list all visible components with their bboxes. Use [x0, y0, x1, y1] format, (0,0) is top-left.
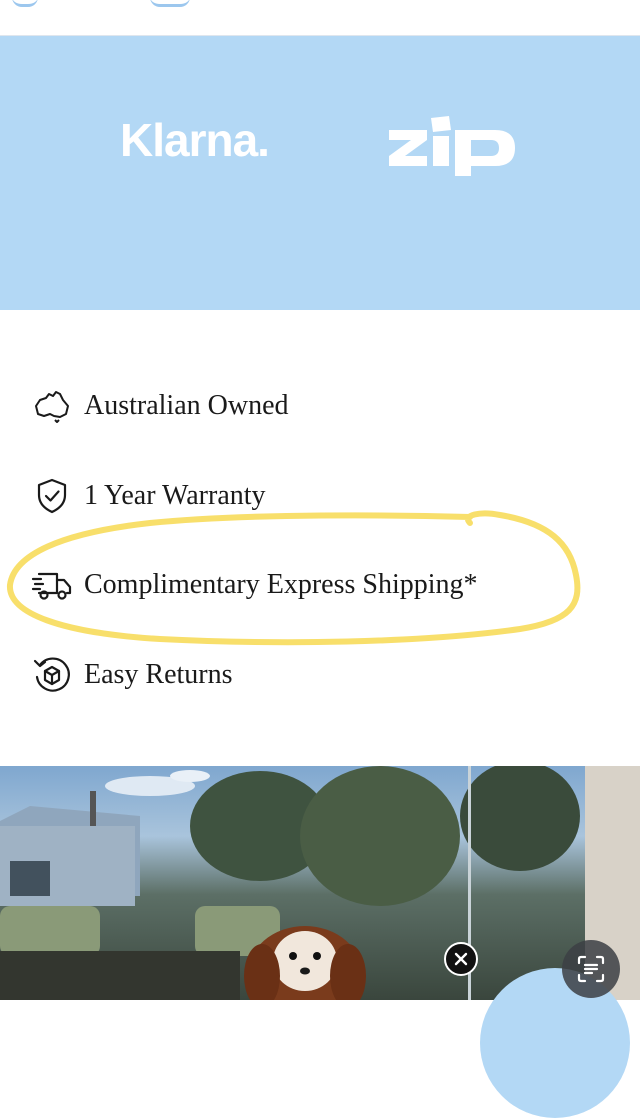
- delivery-truck-icon: [30, 563, 74, 607]
- return-box-icon: [30, 653, 74, 697]
- dog-photo: [0, 766, 640, 1000]
- feature-express-shipping: Complimentary Express Shipping*: [30, 563, 478, 607]
- feature-label: Easy Returns: [84, 659, 233, 690]
- visual-search-icon[interactable]: [562, 940, 620, 998]
- australia-map-icon: [30, 384, 74, 428]
- feature-label: Australian Owned: [84, 390, 289, 421]
- feature-warranty: 1 Year Warranty: [30, 474, 266, 518]
- klarna-logo: Klarna.: [120, 114, 270, 166]
- feature-australian-owned: Australian Owned: [30, 384, 289, 428]
- feature-easy-returns: Easy Returns: [30, 653, 233, 697]
- top-bar-fragment: [150, 0, 190, 7]
- payment-options-banner: Klarna.: [0, 36, 640, 310]
- close-icon[interactable]: [444, 942, 478, 976]
- top-bar-fragment: [12, 0, 38, 7]
- shield-check-icon: [30, 474, 74, 518]
- zip-logo: [389, 116, 515, 176]
- feature-label: Complimentary Express Shipping*: [84, 569, 478, 600]
- feature-label: 1 Year Warranty: [84, 480, 266, 511]
- top-bar: [0, 0, 640, 36]
